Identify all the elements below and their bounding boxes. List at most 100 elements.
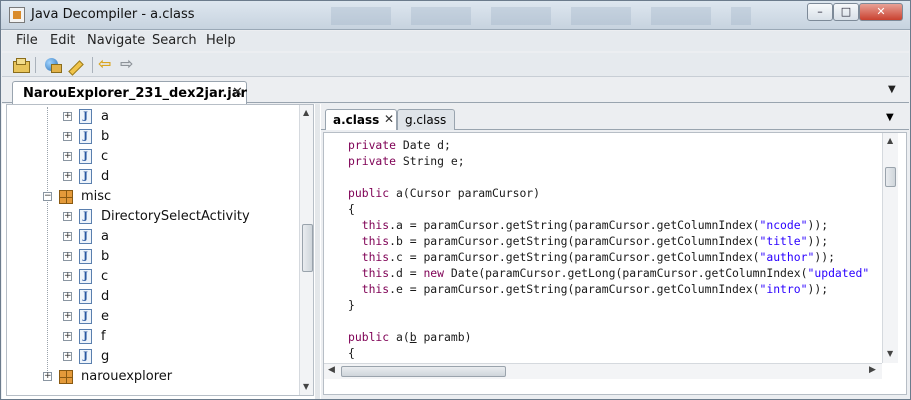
window-title: Java Decompiler - a.class [31,7,195,22]
tab-label: NarouExplorer_231_dex2jar.jar [23,86,247,101]
code-line[interactable]: this.b = paramCursor.getString(paramCurs… [348,233,869,249]
tree-class-node[interactable]: + Ja [7,107,297,127]
maximize-button[interactable]: □ [833,3,859,21]
browse-icon[interactable] [43,56,62,74]
java-class-icon: J [79,289,92,304]
code-text: .d = [389,266,424,280]
code-text: .b = paramCursor.getString(paramCursor.g… [389,234,760,248]
code-line[interactable]: public a(Cursor paramCursor) [348,185,869,201]
code-hscroll-thumb[interactable] [341,366,506,377]
code-keyword: private [348,154,397,168]
code-line[interactable]: private Date d; [348,137,869,153]
close-icon[interactable]: ✕ [384,112,394,126]
tree-class-node[interactable]: + Jf [7,327,297,347]
expand-icon[interactable]: + [63,352,72,361]
tree-class-node[interactable]: + Jg [7,347,297,367]
java-class-icon: J [79,149,92,164]
code-view[interactable]: private Date d; private String e; public … [323,132,907,395]
code-line[interactable]: this.c = paramCursor.getString(paramCurs… [348,249,869,265]
tree-class-node[interactable]: + Jb [7,127,297,147]
splitter-handle[interactable] [315,104,320,399]
tree-class-node[interactable]: + Ja [7,227,297,247]
code-line[interactable]: this.d = new Date(paramCursor.getLong(pa… [348,265,870,281]
java-class-icon: J [79,209,92,224]
java-class-icon: J [79,269,92,284]
code-line[interactable]: this.a = paramCursor.getString(paramCurs… [348,217,869,233]
code-line[interactable]: { [348,201,869,217]
tree-class-node[interactable]: + Jd [7,287,297,307]
menu-file[interactable]: File [16,33,38,48]
code-string: "updated" [807,266,870,280]
menu-bar: File Edit Navigate Search Help [2,31,909,51]
scroll-up-icon[interactable]: ▲ [887,136,893,145]
chevron-down-icon[interactable]: ▼ [886,112,894,123]
open-file-icon[interactable] [12,56,30,74]
expand-icon[interactable]: + [63,232,72,241]
collapse-icon[interactable]: − [43,192,52,201]
menu-navigate[interactable]: Navigate [87,33,145,48]
tree-class-node[interactable]: + Jc [7,147,297,167]
tab-a-class[interactable]: a.class ✕ [325,109,397,130]
expand-icon[interactable]: + [63,272,72,281]
tree-class-node[interactable]: + J DirectorySelectActivity [7,207,297,227]
title-bar[interactable]: Java Decompiler - a.class – □ ✕ [1,1,910,30]
scroll-right-icon[interactable]: ▶ [869,365,876,375]
code-line[interactable] [348,169,869,185]
code-text: paramb) [416,330,472,344]
tree-scrollbar[interactable]: ▲ ▼ [299,105,313,395]
tree-node-label: c [101,269,109,284]
search-type-icon[interactable] [66,56,84,74]
code-line[interactable]: public a(b paramb) [348,329,869,345]
jar-tab-strip: NarouExplorer_231_dex2jar.jar ✕ ▼ [2,78,909,104]
expand-icon[interactable]: + [43,372,52,381]
tree-package-node[interactable]: + narouexplorer [7,367,297,387]
code-string: "author" [759,250,815,264]
code-horizontal-scrollbar[interactable]: ◀ ▶ [324,363,882,379]
scroll-up-icon[interactable]: ▲ [303,108,309,117]
expand-icon[interactable]: + [63,112,72,121]
java-class-icon: J [79,129,92,144]
expand-icon[interactable]: + [63,132,72,141]
scroll-down-icon[interactable]: ▼ [303,382,309,391]
code-line[interactable]: private String e; [348,153,869,169]
code-vertical-scrollbar[interactable]: ▲ ▼ [882,133,898,363]
code-line[interactable]: this.e = paramCursor.getString(paramCurs… [348,281,869,297]
menu-search[interactable]: Search [152,33,197,48]
expand-icon[interactable]: + [63,332,72,341]
expand-icon[interactable]: + [63,172,72,181]
tree-class-node[interactable]: + Jd [7,167,297,187]
scroll-left-icon[interactable]: ◀ [328,365,335,375]
code-scroll-thumb[interactable] [885,167,896,187]
java-class-icon: J [79,329,92,344]
expand-icon[interactable]: + [63,312,72,321]
close-icon[interactable]: ✕ [232,85,243,100]
tree-node-label: d [101,169,110,184]
source-code[interactable]: private Date d; private String e; public … [348,137,869,377]
tree-class-node[interactable]: + Jc [7,267,297,287]
scroll-down-icon[interactable]: ▼ [887,349,893,358]
tab-jar-file[interactable]: NarouExplorer_231_dex2jar.jar ✕ [12,81,247,104]
minimize-button[interactable]: – [807,3,833,21]
code-line[interactable] [348,313,869,329]
tree-class-node[interactable]: + Je [7,307,297,327]
tree-package-node[interactable]: − misc [7,187,297,207]
expand-icon[interactable]: + [63,292,72,301]
expand-icon[interactable]: + [63,212,72,221]
close-button[interactable]: ✕ [859,3,903,21]
tab-g-class[interactable]: g.class [397,109,455,130]
chevron-down-icon[interactable]: ▼ [888,84,896,95]
back-icon[interactable]: ⇦ [98,56,116,74]
forward-icon[interactable]: ⇨ [120,56,138,74]
expand-icon[interactable]: + [63,252,72,261]
menu-help[interactable]: Help [206,33,236,48]
expand-icon[interactable]: + [63,152,72,161]
java-class-icon: J [79,109,92,124]
tree-scroll-thumb[interactable] [302,224,313,272]
tree-node-label: b [101,129,110,144]
tree-class-node[interactable]: + Jb [7,247,297,267]
code-line[interactable]: { [348,345,869,361]
menu-edit[interactable]: Edit [50,33,75,48]
code-line[interactable]: } [348,297,869,313]
